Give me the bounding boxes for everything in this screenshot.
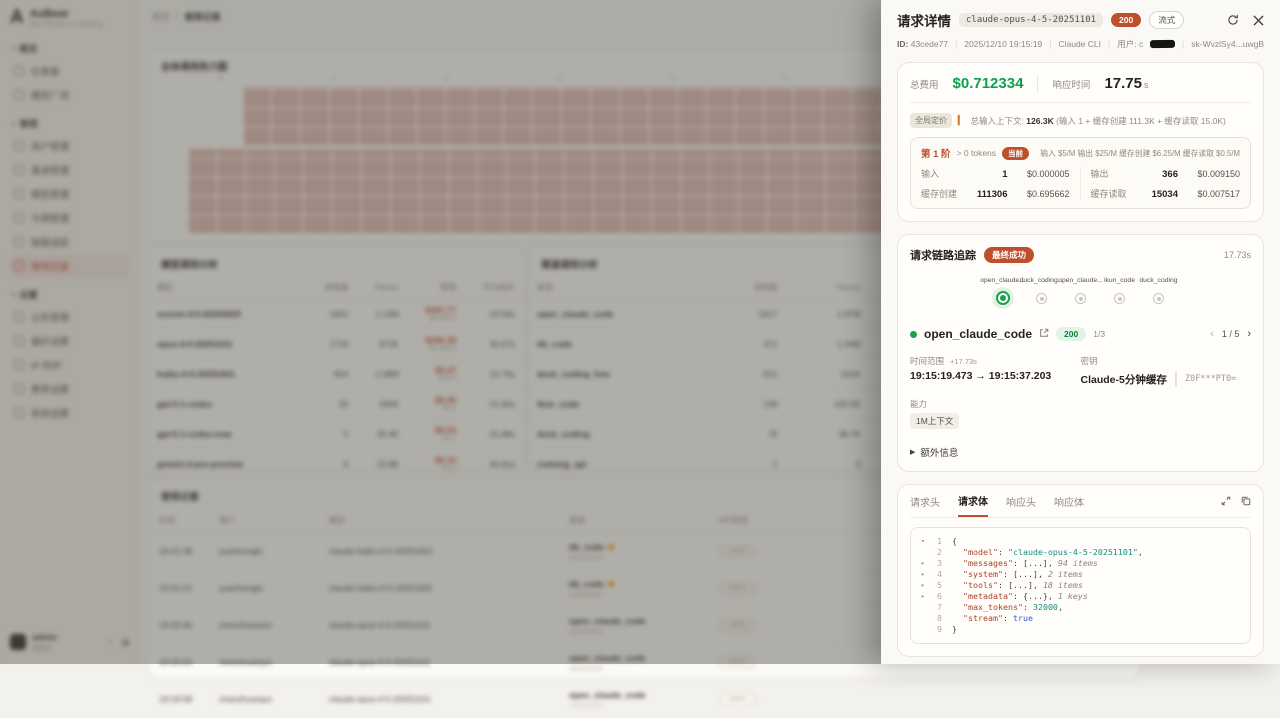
- token-stats: 输入1$0.000005 缓存创建111306$0.695662 输出366$0…: [921, 167, 1240, 200]
- pricing-tier-box: 第 1 阶 > 0 tokens 当前 输入 $5/M 输出 $25/M 缓存创…: [910, 137, 1251, 209]
- trace-node[interactable]: duck_coding: [1139, 277, 1178, 305]
- collapse-arrow-icon[interactable]: ▸: [921, 569, 930, 580]
- success-dot-icon: [910, 331, 917, 338]
- trace-node[interactable]: duck_coding...: [1022, 277, 1061, 305]
- context-total: 126.3K: [1026, 116, 1053, 126]
- prev-attempt-icon[interactable]: ‹: [1210, 328, 1214, 340]
- expand-icon[interactable]: [1221, 493, 1231, 511]
- collapse-arrow-icon[interactable]: ▾: [921, 536, 930, 547]
- status-badge: 200: [1111, 13, 1141, 27]
- json-viewer: ▾1{ 2"model": "claude-opus-4-5-20251101"…: [910, 527, 1251, 644]
- code-line: ▾1{: [921, 536, 1240, 547]
- active-node-icon: [996, 291, 1010, 305]
- api-key-pill[interactable]: ••••••: [719, 693, 756, 706]
- inspector-tabs: 请求头 请求体 响应头 响应体: [910, 493, 1251, 518]
- model-chip: claude-opus-4-5-20251101: [959, 13, 1103, 27]
- api-key-masked: sk-WvzlSy4...uwgB: [1191, 39, 1264, 49]
- total-cost-label: 总费用: [910, 77, 939, 91]
- request-detail-drawer: 请求详情 claude-opus-4-5-20251101 200 流式 ID:…: [881, 0, 1280, 664]
- attempt-page: 1 / 5: [1222, 329, 1240, 339]
- key-masked-value: Z0F***PT0=: [1185, 374, 1236, 384]
- context-bar-icon: ▎: [958, 115, 965, 126]
- trace-card: 请求链路追踪 最终成功 17.73s open_claude... duck_c…: [897, 234, 1264, 472]
- tab-response-headers[interactable]: 响应头: [1006, 494, 1036, 516]
- divider: [910, 102, 1251, 103]
- collapse-arrow-icon[interactable]: ▸: [921, 580, 930, 591]
- collapse-arrow-icon[interactable]: ▸: [921, 591, 930, 602]
- trace-timeline: open_claude... duck_coding... open_claud…: [910, 277, 1251, 305]
- copy-icon[interactable]: [1241, 493, 1251, 511]
- stat-input: 输入1$0.000005: [921, 167, 1070, 180]
- tier-name: 第 1 阶: [921, 146, 951, 160]
- code-line: ▸4"system": [...], 2 items: [921, 569, 1240, 580]
- code-line: ▸3"messages": [...], 94 items: [921, 558, 1240, 569]
- payload-inspector-card: 请求头 请求体 响应头 响应体 ▾1{ 2"model": "claude-op…: [897, 484, 1264, 657]
- attempt-pager: ‹ 1 / 5 ›: [1210, 328, 1251, 340]
- divider: [1037, 76, 1038, 92]
- close-icon[interactable]: [1253, 15, 1264, 26]
- client-name: Claude CLI: [1059, 39, 1102, 49]
- request-meta: ID: 43cede77 | 2025/12/10 19:15:19 | Cla…: [897, 38, 1264, 50]
- table-row: 19:19:58chenzhuanjunclaude-opus-4-5-2025…: [149, 681, 1139, 718]
- capability-chip: 1M上下文: [910, 413, 959, 429]
- tier-rates: 输入 $5/M 输出 $25/M 缓存创建 $6.25/M 缓存读取 $0.5/…: [1040, 148, 1240, 159]
- node-icon: [1075, 293, 1086, 304]
- attempt-count: 1/3: [1093, 329, 1105, 339]
- trace-title: 请求链路追踪: [910, 247, 976, 263]
- chevron-right-icon: ▶: [910, 448, 915, 456]
- trace-node[interactable]: open_claude...: [983, 277, 1022, 305]
- drawer-title: 请求详情: [897, 10, 951, 30]
- stat-cache-create: 缓存创建111306$0.695662: [921, 187, 1070, 200]
- tab-response-body[interactable]: 响应体: [1054, 494, 1084, 516]
- stat-cache-read: 缓存读取15034$0.007517: [1091, 187, 1241, 200]
- attempt-header: open_claude_code 200 1/3 ‹ 1 / 5 ›: [910, 325, 1251, 343]
- drawer-header: 请求详情 claude-opus-4-5-20251101 200 流式: [897, 10, 1264, 30]
- pricing-scope-chip: 全局定价: [910, 113, 952, 128]
- collapse-arrow-icon[interactable]: ▸: [921, 558, 930, 569]
- latency-value: 17.75s: [1104, 75, 1148, 92]
- key-label: 密钥: [1081, 355, 1252, 367]
- attempt-details: 时间范围+17.73s 19:15:19.473 → 19:15:37.203 …: [910, 355, 1251, 388]
- external-link-icon[interactable]: [1039, 325, 1049, 343]
- latency-label: 响应时间: [1052, 77, 1090, 91]
- refresh-icon[interactable]: [1227, 14, 1239, 26]
- code-line: ▸6"metadata": {...}, 1 keys: [921, 591, 1240, 602]
- current-tier-badge: 当前: [1002, 147, 1029, 160]
- capability-label: 能力: [910, 398, 1251, 410]
- attempt-status-badge: 200: [1056, 327, 1086, 341]
- code-line: 9}: [921, 624, 1240, 635]
- code-line: 7"max_tokens": 32000,: [921, 602, 1240, 613]
- node-icon: [1036, 293, 1047, 304]
- final-status-badge: 最终成功: [984, 247, 1034, 263]
- extra-info-toggle[interactable]: ▶ 额外信息: [910, 445, 1251, 459]
- total-cost-value: $0.712334: [953, 75, 1024, 92]
- trace-duration: 17.73s: [1224, 250, 1251, 260]
- time-range-label: 时间范围: [910, 356, 944, 366]
- context-detail: (输入 1 + 缓存创建 111.3K + 缓存读取 15.0K): [1056, 116, 1226, 126]
- node-icon: [1114, 293, 1125, 304]
- trace-node[interactable]: open_claude...: [1061, 277, 1100, 305]
- stat-output: 输出366$0.009150: [1091, 167, 1241, 180]
- request-id: 43cede77: [911, 39, 948, 49]
- tab-request-headers[interactable]: 请求头: [910, 494, 940, 516]
- code-line: 8"stream": true: [921, 613, 1240, 624]
- next-attempt-icon[interactable]: ›: [1247, 328, 1251, 340]
- time-delta: +17.73s: [950, 357, 977, 366]
- user-label: 用户: c: [1117, 38, 1143, 50]
- code-line: 2"model": "claude-opus-4-5-20251101",: [921, 547, 1240, 558]
- attempt-channel-name: open_claude_code: [924, 327, 1032, 341]
- trace-node[interactable]: ikun_code: [1100, 277, 1139, 305]
- redacted-username: [1150, 40, 1175, 48]
- context-summary: 全局定价 ▎ 总输入上下文: 126.3K (输入 1 + 缓存创建 111.3…: [910, 113, 1251, 128]
- key-name: Claude-5分钟缓存: [1081, 372, 1167, 387]
- time-range-value: 19:15:19.473 → 19:15:37.203: [910, 370, 1081, 382]
- tab-request-body[interactable]: 请求体: [958, 493, 988, 517]
- stream-badge: 流式: [1149, 11, 1184, 29]
- code-line: ▸5"tools": [...], 18 items: [921, 580, 1240, 591]
- cost-card: 总费用 $0.712334 响应时间 17.75s 全局定价 ▎ 总输入上下文:…: [897, 62, 1264, 222]
- request-time: 2025/12/10 19:15:19: [964, 39, 1042, 49]
- tier-range: > 0 tokens: [957, 148, 996, 158]
- node-icon: [1153, 293, 1164, 304]
